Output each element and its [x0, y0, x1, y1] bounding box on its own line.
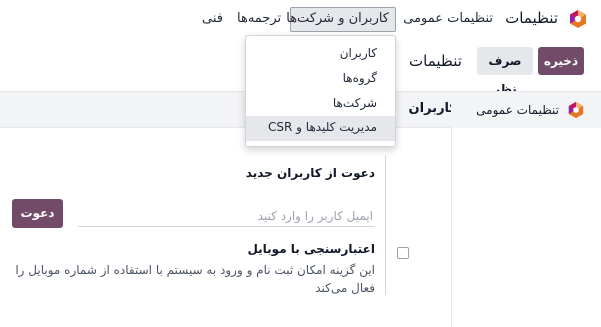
breadcrumb: تنظیمات — [409, 52, 462, 70]
setting-divider — [385, 155, 386, 295]
odoo-settings-logo-icon[interactable] — [568, 9, 588, 29]
menu-translations[interactable]: ترجمه‌ها — [237, 11, 281, 26]
dropdown-item-companies[interactable]: شرکت‌ها — [246, 92, 395, 117]
save-button[interactable]: ذخیره — [538, 47, 584, 75]
menu-technical[interactable]: فنی — [202, 11, 223, 26]
dropdown-item-users[interactable]: کاربران — [246, 42, 395, 67]
dropdown-item-key-csr-management[interactable]: مدیریت کلیدها و CSR — [246, 116, 395, 141]
mobile-auth-title: اعتبارسنجی با موبایل — [247, 242, 375, 256]
invite-email-input[interactable] — [78, 205, 375, 227]
mobile-auth-description: این گزینه امکان ثبت نام و ورود به سیستم … — [15, 263, 375, 295]
menu-general-settings[interactable]: تنظیمات عمومی — [403, 11, 493, 26]
invite-button[interactable]: دعوت — [12, 199, 63, 228]
sidebar-item-label: تنظیمات عمومی — [476, 103, 559, 117]
menu-users-companies[interactable]: کاربران و شرکت‌ها — [286, 7, 396, 32]
settings-app-icon — [568, 101, 584, 119]
top-navbar: تنظیمات تنظیمات عمومی کاربران و شرکت‌ها … — [0, 0, 601, 38]
mobile-auth-checkbox[interactable] — [397, 247, 409, 259]
discard-button[interactable]: صرف نظر — [477, 47, 533, 96]
invite-users-title: دعوت از کاربران جدید — [245, 166, 375, 180]
section-title: کاربران — [408, 101, 457, 116]
app-title[interactable]: تنظیمات — [505, 9, 558, 27]
users-companies-dropdown: کاربران گروه‌ها شرکت‌ها مدیریت کلیدها و … — [245, 35, 396, 147]
dropdown-item-groups[interactable]: گروه‌ها — [246, 67, 395, 92]
